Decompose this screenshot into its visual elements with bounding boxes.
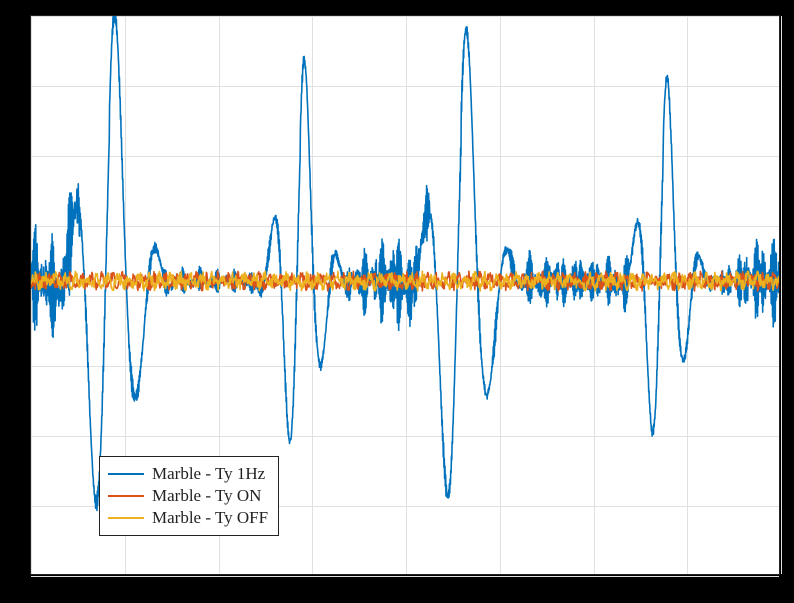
legend-entry: Marble - Ty 1Hz bbox=[108, 463, 268, 485]
legend-entry: Marble - Ty ON bbox=[108, 485, 268, 507]
legend-swatch bbox=[108, 517, 144, 519]
chart-plot-area: Marble - Ty 1Hz Marble - Ty ON Marble - … bbox=[30, 15, 780, 575]
legend-entry: Marble - Ty OFF bbox=[108, 507, 268, 529]
legend-swatch bbox=[108, 473, 144, 475]
legend-label: Marble - Ty OFF bbox=[152, 508, 268, 528]
chart-legend: Marble - Ty 1Hz Marble - Ty ON Marble - … bbox=[99, 456, 279, 536]
legend-label: Marble - Ty 1Hz bbox=[152, 464, 265, 484]
legend-label: Marble - Ty ON bbox=[152, 486, 261, 506]
legend-swatch bbox=[108, 495, 144, 497]
